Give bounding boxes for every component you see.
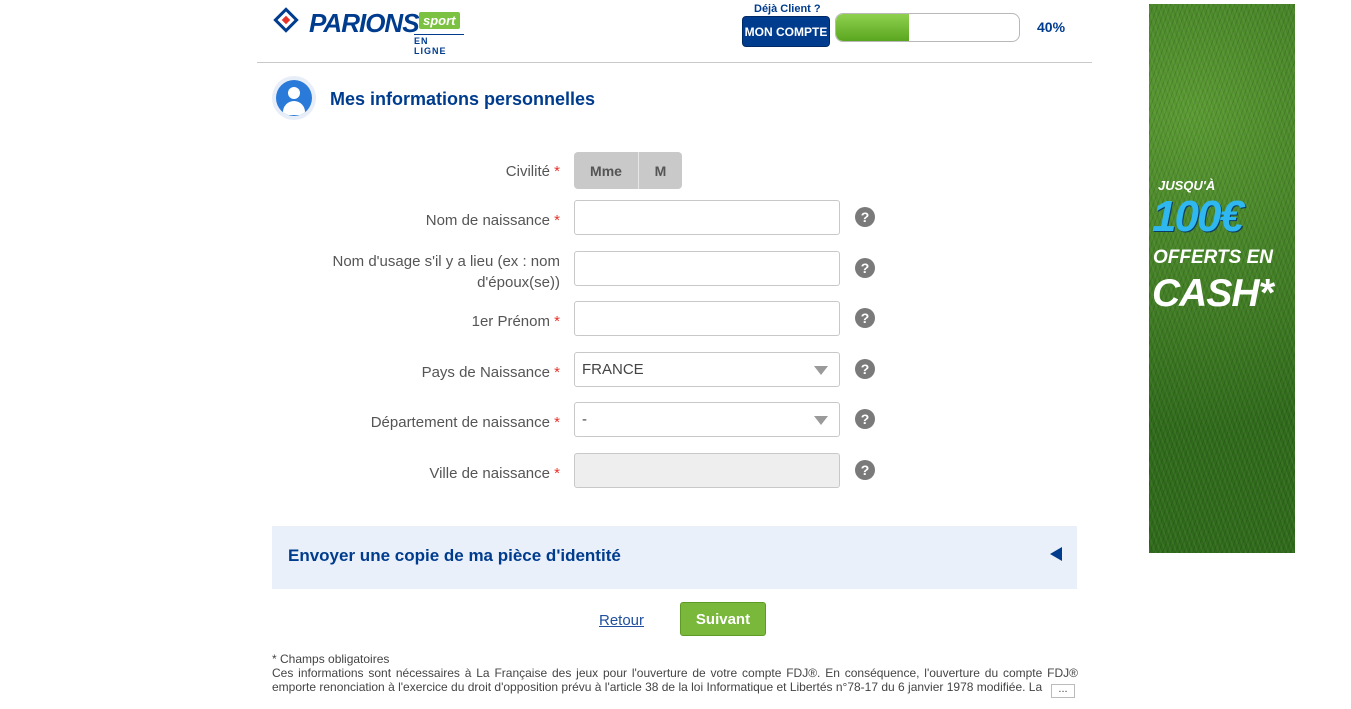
chevron-down-icon [814,366,828,375]
next-button[interactable]: Suivant [680,602,766,636]
pays-select[interactable]: FRANCE [574,352,840,387]
legal-footer: * Champs obligatoires Ces informations s… [272,652,1078,694]
back-link[interactable]: Retour [599,612,644,629]
promo-line-4: CASH* [1152,272,1274,315]
progress-percent: 40% [1037,19,1066,35]
civilite-label: Civilité * [505,163,560,180]
required-fields-note: * Champs obligatoires [272,652,390,666]
nom-naissance-label: Nom de naissance * [425,212,560,229]
section-title: Mes informations personnelles [330,89,596,109]
promo-line-1: JUSQU'À [1158,178,1216,193]
promo-line-3: OFFERTS EN [1153,247,1273,268]
pays-label: Pays de Naissance * [421,364,560,381]
ville-input[interactable] [574,453,840,488]
legal-text: Ces informations sont nécessaires à La F… [272,666,1078,694]
main-content: PARIONS sport EN LIGNE Déjà Client ? MON… [257,0,1092,709]
prenom-input[interactable] [574,301,840,336]
section-header: Mes informations personnelles [272,76,772,120]
progress-bar [835,13,1020,42]
help-icon[interactable]: ? [855,308,875,328]
nom-usage-label: Nom d'usage s'il y a lieu (ex : nom d'épo… [332,253,561,291]
promo-banner[interactable]: JUSQU'À 100€ OFFERTS EN CASH* [1149,4,1295,553]
existing-client-label: Déjà Client ? [754,3,821,15]
nom-naissance-input[interactable] [574,200,840,235]
promo-amount: 100€ [1152,192,1244,241]
civilite-mme-button[interactable]: Mme [574,152,639,189]
ville-label: Ville de naissance * [429,465,560,482]
parions-sport-logo[interactable]: PARIONS sport EN LIGNE [273,6,464,56]
departement-select[interactable]: - [574,402,840,437]
fdj-logo-icon [273,7,299,33]
help-icon[interactable]: ? [855,409,875,429]
logo-subtitle: EN LIGNE [414,34,464,56]
civilite-m-button[interactable]: M [639,152,682,189]
expand-arrow-icon[interactable] [1050,547,1062,561]
help-icon[interactable]: ? [855,359,875,379]
header: PARIONS sport EN LIGNE Déjà Client ? MON… [257,0,1092,63]
id-upload-panel[interactable]: Envoyer une copie de ma pièce d'identité [272,526,1077,589]
more-button[interactable]: ... [1051,684,1075,698]
my-account-button[interactable]: MON COMPTE [742,16,830,47]
logo-brand-text: PARIONS [309,8,420,38]
user-icon [272,76,316,120]
id-upload-title: Envoyer une copie de ma pièce d'identité [288,546,621,565]
chevron-down-icon [814,416,828,425]
help-icon[interactable]: ? [855,258,875,278]
help-icon[interactable]: ? [855,207,875,227]
departement-select-value: - [582,411,587,428]
progress-fill [836,14,910,41]
help-icon[interactable]: ? [855,460,875,480]
nom-usage-input[interactable] [574,251,840,286]
pays-select-value: FRANCE [582,361,644,378]
logo-sport-badge: sport [419,12,460,29]
civilite-toggle: Mme M [574,152,682,189]
departement-label: Département de naissance * [370,414,560,431]
prenom-label: 1er Prénom * [471,313,560,330]
